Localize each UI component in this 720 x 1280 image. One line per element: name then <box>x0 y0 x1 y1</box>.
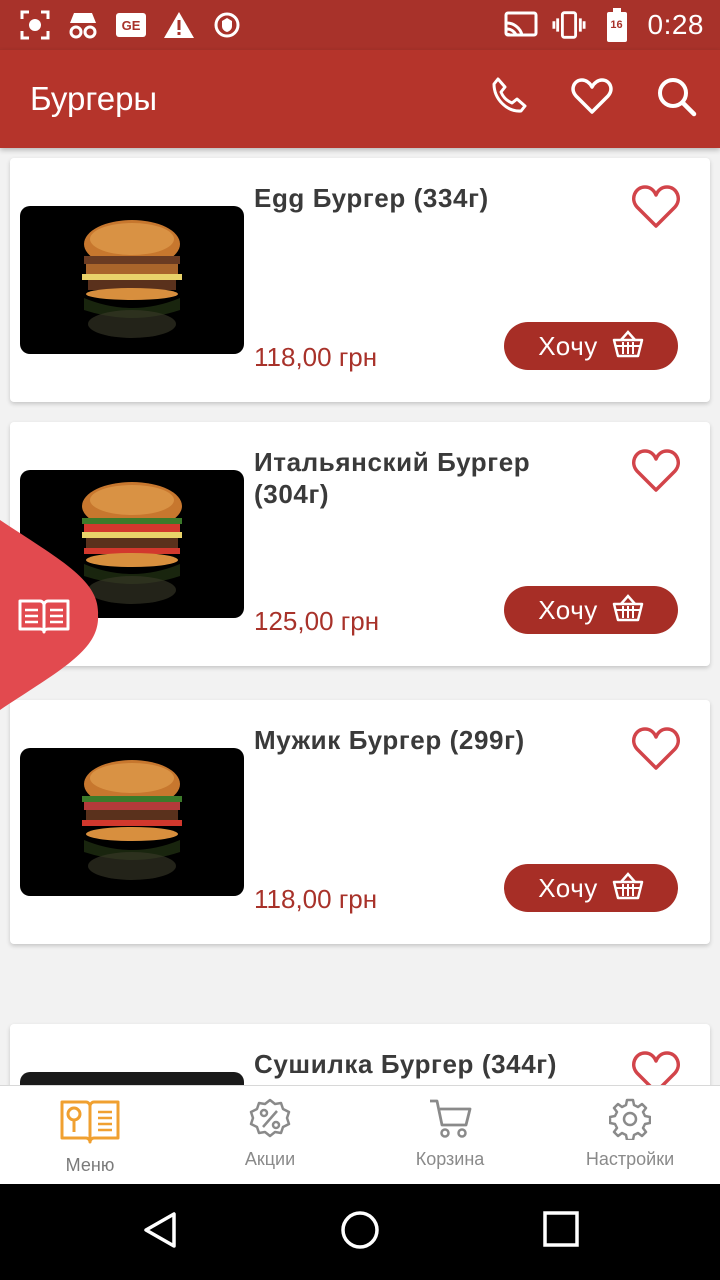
vibrate-icon <box>551 8 586 42</box>
back-icon <box>138 1212 182 1256</box>
recents-button[interactable] <box>540 1208 588 1256</box>
battery-icon: 16 <box>600 8 634 42</box>
nav-settings-label: Настройки <box>585 1149 675 1169</box>
page-title: Бургеры <box>30 80 158 117</box>
heart-icon <box>571 77 613 120</box>
product-title: Egg Бургер (334г) <box>254 183 489 213</box>
add-to-cart-button[interactable]: Хочу <box>504 586 678 634</box>
product-title: Итальянский Бургер (304г) <box>254 447 531 509</box>
phone-icon <box>487 75 529 122</box>
nav-promotions-label: Акции <box>244 1149 296 1169</box>
favorite-button[interactable] <box>630 1048 682 1085</box>
warning-icon <box>162 8 196 42</box>
product-price: 118,00 грн <box>254 342 378 372</box>
nav-cart-label: Корзина <box>415 1149 485 1169</box>
ge-icon: GE <box>114 8 148 42</box>
search-button[interactable] <box>652 74 700 122</box>
gear-icon <box>608 1098 652 1145</box>
product-title: Мужик Бургер (299г) <box>254 725 525 755</box>
cast-icon <box>504 8 538 42</box>
battery-level: 16 <box>610 19 623 31</box>
product-card[interactable]: Сушилка Бургер (344г) <box>10 1024 710 1085</box>
product-card[interactable]: Egg Бургер (334г) 118,00 грн Хочу <box>10 158 710 402</box>
favorite-button[interactable] <box>630 724 682 772</box>
cart-icon <box>428 1098 472 1145</box>
incognito-icon <box>66 8 100 42</box>
add-to-cart-label: Хочу <box>538 872 598 903</box>
favorites-button[interactable] <box>568 74 616 122</box>
nav-menu-label: Меню <box>65 1155 115 1175</box>
recents-icon <box>540 1211 584 1256</box>
menu-book-icon <box>60 1098 120 1151</box>
product-price: 125,00 грн <box>254 606 380 636</box>
product-title: Сушилка Бургер (344г) <box>254 1049 557 1079</box>
nav-promotions[interactable]: Акции <box>180 1086 360 1184</box>
add-to-cart-label: Хочу <box>538 330 598 361</box>
discount-icon <box>249 1098 291 1145</box>
bottom-navigation: Меню Акции Корзина Настройки <box>0 1085 720 1184</box>
nav-menu[interactable]: Меню <box>0 1086 180 1184</box>
basket-icon <box>612 593 644 627</box>
nav-settings[interactable]: Настройки <box>540 1086 720 1184</box>
nav-cart[interactable]: Корзина <box>360 1086 540 1184</box>
add-to-cart-button[interactable]: Хочу <box>504 322 678 370</box>
add-to-cart-label: Хочу <box>538 594 598 625</box>
system-navigation-bar <box>0 1184 720 1280</box>
product-list[interactable]: Egg Бургер (334г) 118,00 грн Хочу Италья… <box>0 148 720 1085</box>
status-bar: GE 16 0:28 <box>0 0 720 50</box>
svg-text:GE: GE <box>122 18 141 33</box>
home-icon <box>338 1211 382 1256</box>
app-bar: Бургеры <box>0 50 720 148</box>
vpn-icon <box>210 8 244 42</box>
favorite-button[interactable] <box>630 446 682 494</box>
menu-book-icon <box>18 598 70 639</box>
phone-button[interactable] <box>484 74 532 122</box>
clock: 0:28 <box>647 9 704 40</box>
product-image[interactable] <box>20 206 244 354</box>
screenshot-icon <box>18 8 52 42</box>
basket-icon <box>612 329 644 363</box>
product-card[interactable]: Мужик Бургер (299г) 118,00 грн Хочу <box>10 700 710 944</box>
basket-icon <box>612 871 644 905</box>
search-icon <box>655 75 697 122</box>
side-menu-tab[interactable] <box>0 520 100 710</box>
product-image[interactable] <box>20 748 244 896</box>
favorite-button[interactable] <box>630 182 682 230</box>
product-price: 118,00 грн <box>254 884 378 914</box>
home-button[interactable] <box>338 1208 386 1256</box>
product-image[interactable] <box>20 1072 244 1085</box>
add-to-cart-button[interactable]: Хочу <box>504 864 678 912</box>
back-button[interactable] <box>138 1208 186 1256</box>
product-card[interactable]: Итальянский Бургер (304г) 125,00 грн Хоч… <box>10 422 710 666</box>
